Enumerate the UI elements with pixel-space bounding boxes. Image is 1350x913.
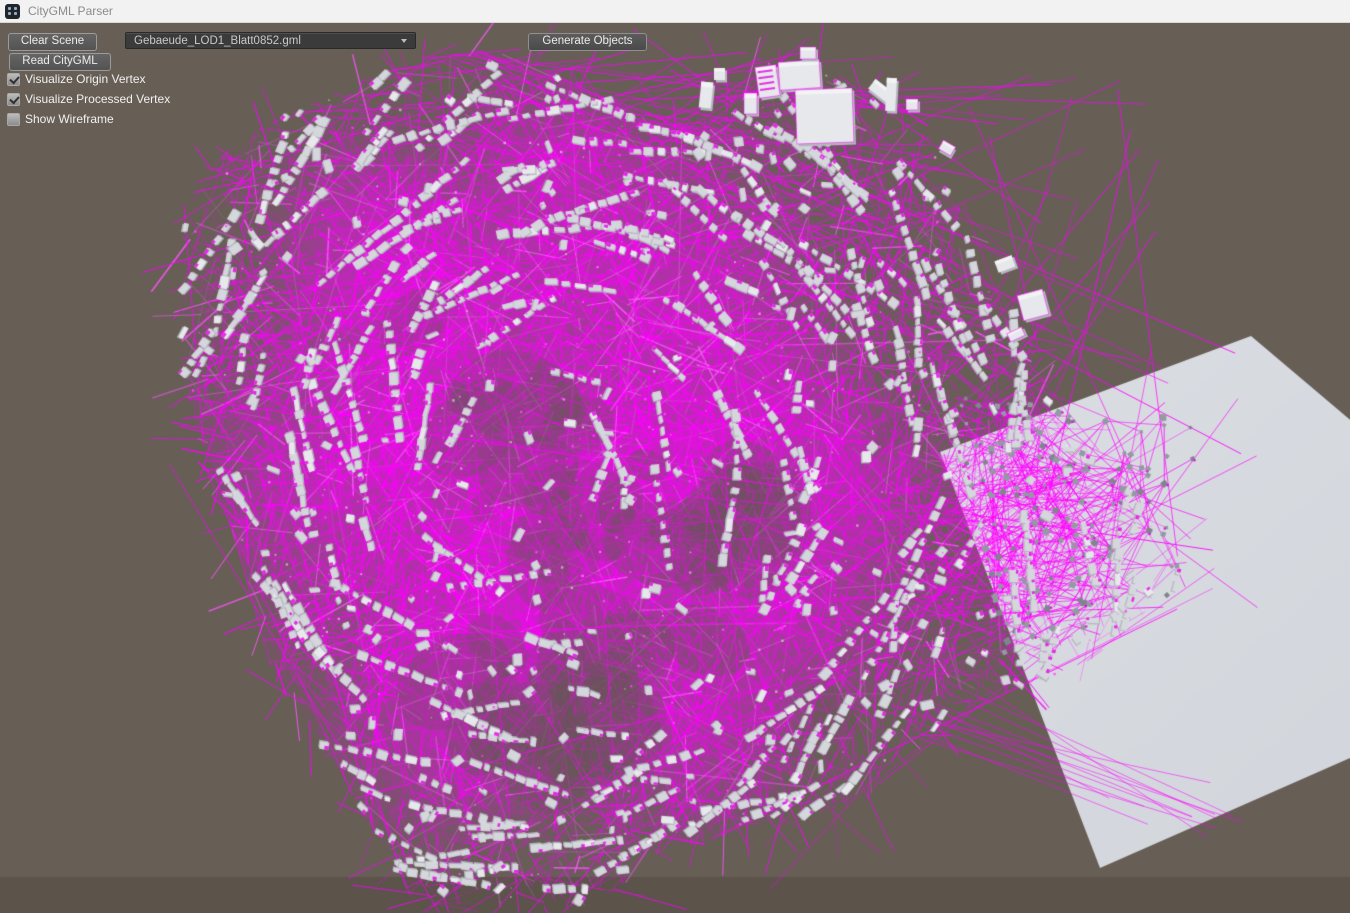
app-grid-icon: [5, 4, 20, 19]
chevron-down-icon: [401, 39, 407, 43]
option-show-wireframe[interactable]: Show Wireframe: [7, 112, 114, 126]
option-visualize-processed-vertex[interactable]: Visualize Processed Vertex: [7, 92, 170, 106]
checkbox-label: Visualize Processed Vertex: [25, 92, 170, 106]
read-citygml-button[interactable]: Read CityGML: [9, 53, 111, 71]
gml-file-dropdown-value: Gebaeude_LOD1_Blatt0852.gml: [134, 35, 301, 47]
checkbox-label: Visualize Origin Vertex: [25, 72, 146, 86]
show-wireframe-checkbox[interactable]: [7, 113, 20, 126]
visualize-processed-vertex-checkbox[interactable]: [7, 93, 20, 106]
clear-scene-button[interactable]: Clear Scene: [8, 33, 97, 51]
checkbox-label: Show Wireframe: [25, 112, 114, 126]
scene-viewport[interactable]: [0, 23, 1350, 913]
window-titlebar: CityGML Parser: [0, 0, 1350, 23]
window-title: CityGML Parser: [28, 0, 113, 23]
generate-objects-button[interactable]: Generate Objects: [528, 33, 647, 51]
gml-file-dropdown[interactable]: Gebaeude_LOD1_Blatt0852.gml: [125, 32, 416, 49]
option-visualize-origin-vertex[interactable]: Visualize Origin Vertex: [7, 72, 146, 86]
visualize-origin-vertex-checkbox[interactable]: [7, 73, 20, 86]
